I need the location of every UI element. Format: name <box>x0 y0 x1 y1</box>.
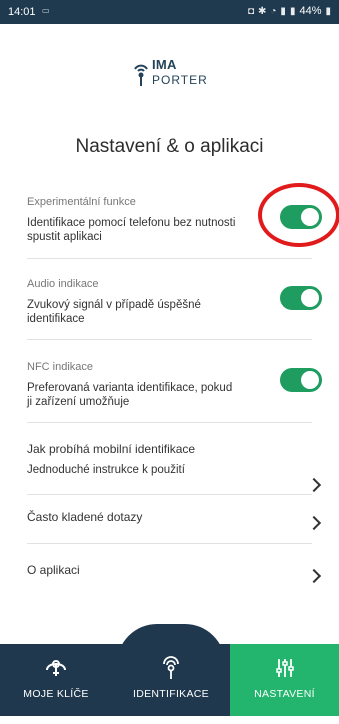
link-title: Jak probíhá mobilní identifikace <box>27 442 196 456</box>
link-title: Často kladené dotazy <box>27 510 143 524</box>
toggle-knob <box>301 289 319 307</box>
logo-text-primary: IMA <box>152 57 177 72</box>
link-faq[interactable]: Často kladené dotazy <box>27 510 327 534</box>
setting-description: Preferovaná varianta identifikace, pokud… <box>27 382 233 408</box>
notification-icon: ▭ <box>42 6 50 15</box>
system-bottom-bar <box>0 716 339 724</box>
logo-text-secondary: PORTER <box>152 73 208 87</box>
status-time: 14:01 <box>8 6 36 18</box>
link-mobile-identification[interactable]: Jak probíhá mobilní identifikace Jednodu… <box>27 442 327 493</box>
fingerprint-key-icon <box>163 656 179 679</box>
key-icon <box>46 660 66 676</box>
sliders-icon <box>275 659 294 677</box>
key-logo-icon <box>134 64 148 86</box>
nav-settings[interactable]: NASTAVENÍ <box>230 644 339 716</box>
nfc-toggle[interactable] <box>280 368 322 392</box>
page-title: Nastavení & o aplikaci <box>75 136 264 157</box>
nav-identification[interactable]: IDENTIFIKACE <box>112 644 230 716</box>
chevron-right-icon <box>306 477 322 493</box>
link-title: O aplikaci <box>27 563 80 577</box>
nav-label: NASTAVENÍ <box>254 688 315 700</box>
nav-label: MOJE KLÍČE <box>23 688 89 700</box>
highlight-circle <box>258 183 339 247</box>
nfc-icon: ◘ <box>247 5 254 17</box>
nav-label: IDENTIFIKACE <box>133 688 209 700</box>
toggle-knob <box>301 371 319 389</box>
signal-icon: ▮ <box>280 5 286 17</box>
divider <box>27 494 312 495</box>
battery-percentage: 44% <box>299 5 322 17</box>
divider <box>27 422 312 423</box>
link-subtitle: Jednoduché instrukce k použití <box>27 464 185 476</box>
divider <box>27 258 312 259</box>
battery-icon: ▮ <box>325 5 331 17</box>
setting-description: Identifikace pomocí telefonu bez nutnost… <box>27 217 236 243</box>
nav-my-keys[interactable]: MOJE KLÍČE <box>0 644 112 716</box>
divider <box>27 339 312 340</box>
app-logo: IMA PORTER <box>132 55 216 93</box>
setting-label: Audio indikace <box>27 278 99 290</box>
divider <box>27 543 312 544</box>
status-icons: ◘ ✱ ◔ ▮ ▮ 44% ▮ <box>248 5 331 17</box>
status-bar: 14:01 ▭ ◘ ✱ ◔ ▮ ▮ 44% ▮ <box>0 0 339 24</box>
audio-toggle[interactable] <box>280 286 322 310</box>
signal-icon: ▮ <box>289 5 296 17</box>
link-about[interactable]: O aplikaci <box>27 563 327 587</box>
setting-description: Zvukový signál v případě úspěšné identif… <box>27 299 201 325</box>
wifi-icon: ◔ <box>270 5 277 17</box>
bluetooth-icon: ✱ <box>257 5 267 17</box>
